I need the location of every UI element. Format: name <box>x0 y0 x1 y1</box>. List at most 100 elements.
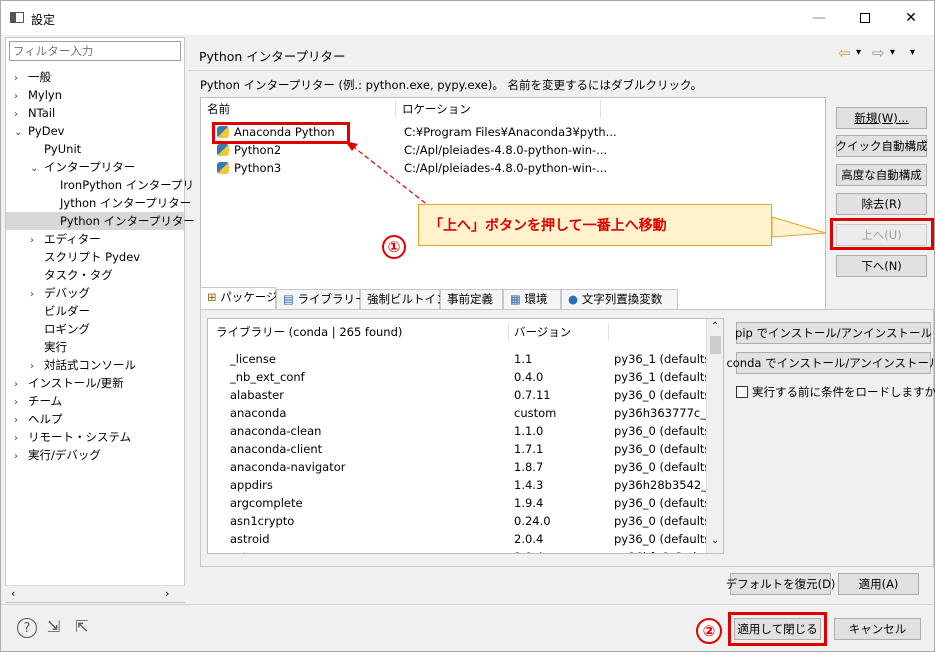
tree-item[interactable]: ビルダー <box>6 302 184 320</box>
library-version: custom <box>514 406 557 420</box>
tree-item[interactable]: › 一般 <box>6 68 184 86</box>
library-name: astroid <box>230 532 270 546</box>
tree-item[interactable]: › リモート・システム <box>6 428 184 446</box>
tree-item[interactable]: › NTail <box>6 104 184 122</box>
library-channel: py36_0 (defaults) <box>614 496 715 510</box>
library-name: anaconda-clean <box>230 424 322 438</box>
library-version: 0.7.11 <box>514 388 551 402</box>
restore-defaults-button[interactable]: デフォルトを復元(D) <box>726 573 835 595</box>
tree-item[interactable]: PyUnit <box>6 140 184 158</box>
close-icon[interactable]: ✕ <box>888 1 934 35</box>
tree-item[interactable]: ⌄ PyDev <box>6 122 184 140</box>
tree-item[interactable]: タスク・タグ <box>6 266 184 284</box>
scroll-thumb[interactable] <box>710 336 721 354</box>
tab-libraries[interactable]: ▤ ライブラリー <box>276 289 367 309</box>
checkbox-label: 実行する前に条件をロードしますか? <box>752 385 935 399</box>
checkbox-box[interactable] <box>736 386 748 398</box>
pip-install-button[interactable]: pip でインストール/アンインストール <box>735 322 932 344</box>
tab-predefined[interactable]: 事前定義 <box>440 289 503 309</box>
library-channel: py36h363777c_... <box>614 406 717 420</box>
preference-page: Python インタープリター ⇦ ▾ ⇨ ▾ ▾ Python インタープリタ… <box>188 37 935 603</box>
conda-install-button[interactable]: conda でインストール/アンインストール <box>726 352 935 374</box>
tab-label: パッケージ <box>220 290 278 304</box>
tree-item[interactable]: › ヘルプ <box>6 410 184 428</box>
maximize-icon[interactable] <box>842 1 888 35</box>
library-channel: py36_0 (defaults) <box>614 424 715 438</box>
dashed-arrow-line <box>350 144 439 214</box>
tree-item[interactable]: ⌄ インタープリター <box>6 158 184 176</box>
tree-item-label: 実行 <box>44 340 67 354</box>
tree-item[interactable]: › Mylyn <box>6 86 184 104</box>
tab-packages[interactable]: ⊞ パッケージ <box>200 287 278 309</box>
library-table[interactable]: ライブラリー (conda | 265 found) バージョン _licens… <box>207 318 724 554</box>
library-row[interactable]: anaconda custom py36h363777c_... <box>208 404 717 422</box>
library-name: anaconda-navigator <box>230 460 346 474</box>
tab-environment[interactable]: ▦ 環境 <box>503 289 561 309</box>
title-bar: 設定 — ✕ <box>1 1 934 35</box>
tab-string-substitution[interactable]: ● 文字列置換変数 <box>561 289 678 309</box>
tab-forced-builtins[interactable]: 強制ビルトイン <box>360 289 448 309</box>
tree-item-label: インタープリター <box>44 160 136 174</box>
scroll-left-icon[interactable]: ‹ <box>11 587 15 600</box>
library-column-header[interactable]: ライブラリー (conda | 265 found) <box>216 323 402 341</box>
library-name: anaconda-client <box>230 442 323 456</box>
tree-item-label: ロギング <box>44 322 90 336</box>
step-1-badge: ① <box>382 235 406 259</box>
tree-hscrollbar[interactable]: ‹ › <box>5 585 185 602</box>
tree-item[interactable]: ロギング <box>6 320 184 338</box>
tree-item-label: PyDev <box>28 124 65 138</box>
collapsed-arrow-icon[interactable]: › <box>14 448 28 466</box>
library-channel: py36_1 (defaults) <box>614 370 715 384</box>
import-icon[interactable]: ⇲ <box>47 617 60 636</box>
scroll-right-icon[interactable]: › <box>165 587 169 600</box>
library-row[interactable]: astroid 2.0.4 py36_0 (defaults) <box>208 530 715 548</box>
scroll-up-icon[interactable]: ⌃ <box>711 321 719 332</box>
callout-box: 「上へ」ボタンを押して一番上へ移動 <box>418 204 772 246</box>
library-row[interactable]: astropy 3.0.4 py36hfa6e2cd_... <box>208 548 713 553</box>
tab-label: 環境 <box>524 292 548 306</box>
version-column-header[interactable]: バージョン <box>514 323 571 341</box>
tree-item[interactable]: › 実行/デバッグ <box>6 446 184 464</box>
help-icon[interactable]: ? <box>17 618 37 638</box>
library-channel: py36_0 (defaults) <box>614 442 715 456</box>
library-row[interactable]: _nb_ext_conf 0.4.0 py36_1 (defaults) <box>208 368 715 386</box>
tree-item[interactable]: スクリプト Pydev <box>6 248 184 266</box>
library-row[interactable]: anaconda-clean 1.1.0 py36_0 (defaults) <box>208 422 715 440</box>
apply-button[interactable]: 適用(A) <box>838 573 919 595</box>
dialog-footer: ? ⇲ ⇱ ② 適用して閉じる キャンセル <box>1 604 934 651</box>
minimize-icon[interactable]: — <box>796 1 842 35</box>
tree-item-label: PyUnit <box>44 142 82 156</box>
library-version: 1.1.0 <box>514 424 544 438</box>
environment-icon: ▦ <box>510 292 525 306</box>
filter-input[interactable] <box>9 41 181 61</box>
export-icon[interactable]: ⇱ <box>75 617 88 636</box>
tree-item[interactable]: › チーム <box>6 392 184 410</box>
library-vscrollbar[interactable]: ⌃ ⌄ <box>706 319 723 553</box>
library-row[interactable]: asn1crypto 0.24.0 py36_0 (defaults) <box>208 512 715 530</box>
tree-item-label: 実行/デバッグ <box>28 448 101 462</box>
tree-item[interactable]: Python インタープリター <box>6 212 195 230</box>
tree-item[interactable]: › インストール/更新 <box>6 374 184 392</box>
tree-item-label: スクリプト Pydev <box>44 250 141 264</box>
tree-item[interactable]: › デバッグ <box>6 284 184 302</box>
library-row[interactable]: anaconda-navigator 1.8.7 py36_0 (defaults) <box>208 458 715 476</box>
library-row[interactable]: argcomplete 1.9.4 py36_0 (defaults) <box>208 494 715 512</box>
tree-item-label: Mylyn <box>28 88 63 102</box>
tree-item[interactable]: › エディター <box>6 230 184 248</box>
tree-item[interactable]: Jython インタープリター <box>6 194 191 212</box>
library-channel: py36_1 (defaults) <box>614 352 715 366</box>
window-app-icon <box>10 12 24 23</box>
library-row[interactable]: _license 1.1 py36_1 (defaults) <box>208 350 715 368</box>
tree-item[interactable]: 実行 <box>6 338 184 356</box>
scroll-down-icon[interactable]: ⌄ <box>711 535 719 546</box>
library-version: 1.9.4 <box>514 496 544 510</box>
library-row[interactable]: anaconda-client 1.7.1 py36_0 (defaults) <box>208 440 715 458</box>
library-version: 1.1 <box>514 352 533 366</box>
tree-item[interactable]: › 対話式コンソール <box>6 356 184 374</box>
library-row[interactable]: alabaster 0.7.11 py36_0 (defaults) <box>208 386 715 404</box>
library-row[interactable]: appdirs 1.4.3 py36h28b3542_... <box>208 476 718 494</box>
library-name: argcomplete <box>230 496 303 510</box>
tree-item[interactable]: IronPython インタープリ <box>6 176 194 194</box>
load-conditions-checkbox[interactable]: 実行する前に条件をロードしますか? <box>736 384 935 400</box>
cancel-button[interactable]: キャンセル <box>834 618 921 640</box>
